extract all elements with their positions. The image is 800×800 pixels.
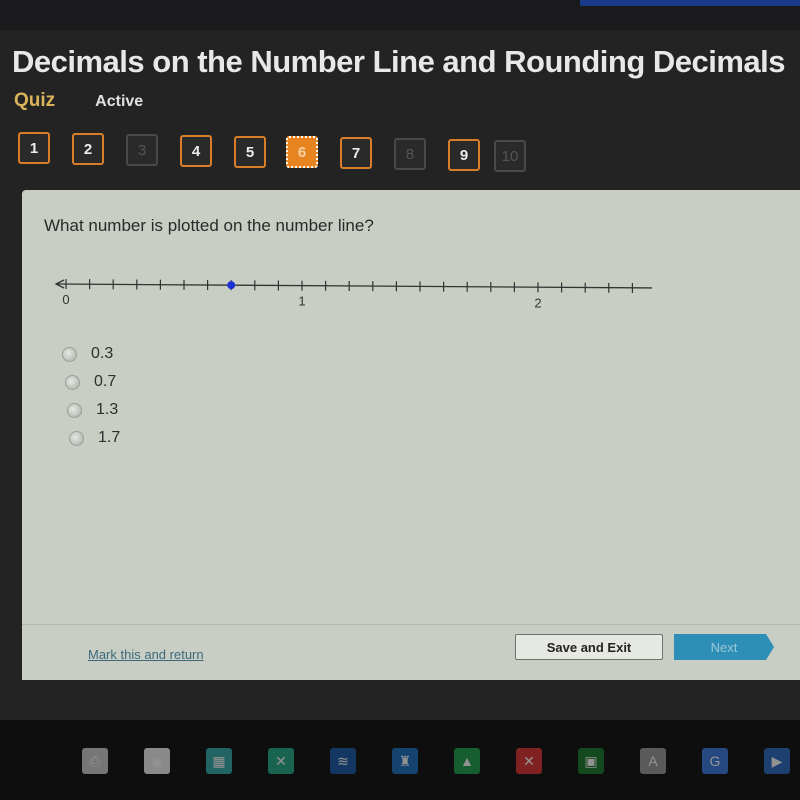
question-7-button[interactable]: 7 [340, 137, 372, 169]
book-icon[interactable]: ≋ [330, 748, 356, 774]
plotted-point [227, 281, 236, 290]
top-strip [580, 0, 800, 6]
radio-button[interactable] [62, 346, 77, 362]
question-2-button[interactable]: 2 [72, 133, 104, 165]
mark-and-return-link[interactable]: Mark this and return [88, 647, 204, 662]
subnav: Quiz Active [14, 90, 143, 112]
google-drive-icon[interactable]: ▲ [454, 748, 480, 774]
choice-label: 1.7 [98, 429, 121, 446]
tick-label-2: 2 [534, 295, 541, 310]
game-icon[interactable]: ♜ [392, 748, 418, 774]
butterfly-icon[interactable]: ✕ [268, 748, 294, 774]
taskbar-dock: ⎙ ◉ ▦ ✕ ≋ ♜ ▲ ✕ ▣ A G ▶ [0, 720, 800, 800]
question-10-button: 10 [494, 140, 526, 172]
question-prompt: What number is plotted on the number lin… [44, 216, 374, 235]
google-classroom-icon[interactable]: ▣ [578, 748, 604, 774]
question-6-button[interactable]: 6 [286, 136, 318, 168]
question-panel: What number is plotted on the number lin… [22, 190, 800, 680]
choice-1-3[interactable]: 1.3 [67, 396, 120, 424]
question-3-button: 3 [126, 134, 158, 166]
radio-button[interactable] [65, 374, 80, 390]
google-translate-icon[interactable]: G [702, 748, 728, 774]
choice-label: 1.3 [96, 401, 119, 418]
radio-button[interactable] [67, 402, 82, 418]
choice-0-3[interactable]: 0.3 [62, 340, 120, 368]
play-icon[interactable]: ▶ [764, 748, 790, 774]
browser-top-bar [0, 0, 800, 30]
tick-label-1: 1 [298, 294, 305, 309]
choice-label: 0.7 [94, 373, 117, 390]
question-1-button[interactable]: 1 [18, 132, 50, 164]
choice-label: 0.3 [91, 345, 114, 362]
footer-divider [22, 624, 800, 625]
question-5-button[interactable]: 5 [234, 136, 266, 168]
answer-choices: 0.3 0.7 1.3 1.7 [62, 340, 120, 452]
choice-0-7[interactable]: 0.7 [65, 368, 120, 396]
save-and-exit-button[interactable]: Save and Exit [515, 634, 663, 660]
mode-label: Quiz [14, 90, 56, 111]
question-4-button[interactable]: 4 [180, 135, 212, 167]
status-label: Active [95, 93, 144, 110]
question-9-button[interactable]: 9 [448, 139, 480, 171]
tick-label-0: 0 [62, 292, 69, 307]
next-button[interactable]: Next [674, 634, 774, 660]
question-8-button: 8 [394, 138, 426, 170]
app-grid-icon[interactable]: ▦ [206, 748, 232, 774]
page-title: Decimals on the Number Line and Rounding… [12, 44, 786, 79]
number-line: 0 1 2 [54, 279, 652, 310]
choice-1-7[interactable]: 1.7 [69, 424, 120, 452]
radio-button[interactable] [69, 430, 84, 446]
truso-apps-icon[interactable]: A [640, 748, 666, 774]
number-line-axis [55, 283, 652, 289]
x-app-icon[interactable]: ✕ [516, 748, 542, 774]
print-add-icon[interactable]: ⎙ [82, 748, 108, 774]
screencastify-icon[interactable]: ◉ [144, 748, 170, 774]
